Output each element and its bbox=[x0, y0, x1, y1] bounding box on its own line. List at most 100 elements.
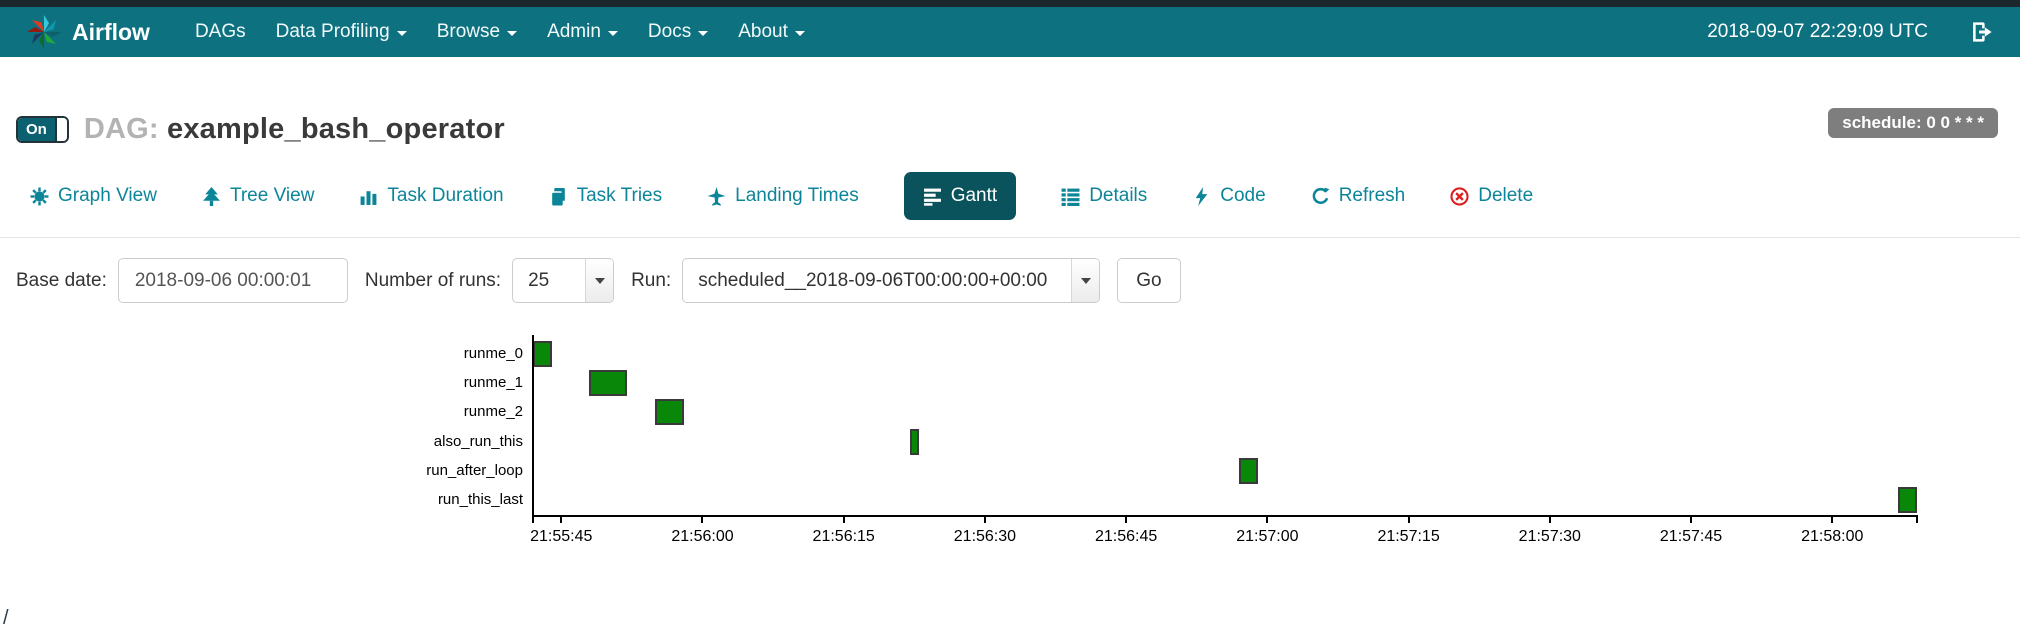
nav-item-data-profiling[interactable]: Data Profiling bbox=[261, 21, 422, 43]
dag-prefix-label: DAG: bbox=[83, 113, 159, 145]
x-axis-line bbox=[532, 515, 1918, 517]
circle-x-icon bbox=[1450, 186, 1469, 206]
toggle-knob bbox=[54, 118, 67, 141]
axis-tick-label: 21:57:30 bbox=[1518, 528, 1581, 545]
axis-tick bbox=[983, 515, 986, 523]
nav-item-label: DAGs bbox=[194, 21, 246, 42]
tree-icon bbox=[202, 186, 221, 206]
bolt-icon bbox=[1192, 186, 1211, 206]
gantt-bar[interactable] bbox=[589, 370, 628, 396]
chevron-down-icon bbox=[507, 31, 518, 36]
logout-icon[interactable] bbox=[1970, 20, 1994, 44]
axis-tick bbox=[1125, 515, 1128, 523]
axis-tick bbox=[1407, 515, 1410, 523]
axis-tick-label: 21:57:00 bbox=[1236, 528, 1299, 545]
chevron-down-icon bbox=[794, 31, 805, 36]
axis-tick-label: 21:56:45 bbox=[1095, 528, 1158, 545]
nav-item-dags[interactable]: DAGs bbox=[180, 21, 261, 43]
schedule-badge: schedule: 0 0 * * * bbox=[1828, 108, 1998, 138]
axis-tick bbox=[1690, 515, 1693, 523]
axis-tick bbox=[1548, 515, 1551, 523]
tab-label: Gantt bbox=[950, 185, 998, 206]
divider bbox=[0, 237, 2020, 238]
nav-item-about[interactable]: About bbox=[723, 21, 820, 43]
axis-tick bbox=[560, 515, 563, 523]
axis-tick-label: 21:56:30 bbox=[953, 528, 1017, 545]
chevron-down-icon bbox=[396, 31, 407, 36]
brand-name: Airflow bbox=[72, 18, 150, 45]
dag-pause-toggle[interactable]: On bbox=[16, 116, 69, 143]
run-value: scheduled__2018-09-06T00:00:00+00:00 bbox=[698, 269, 1048, 291]
view-tabs: Graph View Tree View Task Duration Task … bbox=[30, 172, 2020, 220]
gantt-task-label: runme_0 bbox=[463, 344, 523, 362]
num-runs-select[interactable]: 25 bbox=[512, 258, 615, 303]
axis-tick bbox=[842, 515, 845, 523]
tab-delete[interactable]: Delete bbox=[1450, 185, 1533, 207]
tab-task-tries[interactable]: Task Tries bbox=[549, 185, 663, 207]
tab-label: Task Tries bbox=[576, 185, 663, 206]
axis-tick-label: 21:56:00 bbox=[671, 528, 734, 545]
tab-label: Landing Times bbox=[735, 185, 859, 206]
axis-tick bbox=[1831, 515, 1834, 523]
airflow-logo-icon bbox=[26, 14, 62, 50]
nav-item-label: Browse bbox=[436, 21, 501, 42]
tab-gantt[interactable]: Gantt bbox=[903, 172, 1017, 220]
nav-item-label: About bbox=[738, 21, 788, 42]
tab-landing-times[interactable]: Landing Times bbox=[707, 185, 859, 207]
tab-label: Graph View bbox=[58, 185, 157, 206]
airflow-brand[interactable]: Airflow bbox=[26, 14, 150, 50]
dag-header: On DAG: example_bash_operator bbox=[16, 113, 2020, 146]
axis-tick bbox=[1266, 515, 1269, 523]
navbar-right: 2018-09-07 22:29:09 UTC bbox=[1707, 20, 1994, 44]
tab-graph-view[interactable]: Graph View bbox=[30, 185, 157, 207]
tab-label: Delete bbox=[1478, 185, 1534, 206]
tab-code[interactable]: Code bbox=[1192, 185, 1266, 207]
run-select[interactable]: scheduled__2018-09-06T00:00:00+00:00 bbox=[682, 258, 1101, 303]
plane-icon bbox=[707, 186, 726, 206]
nav-item-admin[interactable]: Admin bbox=[532, 21, 633, 43]
navbar-menu: DAGs Data Profiling Browse Admin Docs Ab… bbox=[180, 21, 820, 43]
gantt-bar[interactable] bbox=[909, 428, 919, 455]
bar-chart-icon bbox=[359, 187, 378, 206]
nav-item-label: Data Profiling bbox=[275, 21, 390, 42]
chevron-down-icon bbox=[1071, 259, 1100, 302]
axis-tick-label: 21:56:15 bbox=[812, 528, 875, 545]
gantt-bar[interactable] bbox=[1898, 487, 1917, 514]
gantt-bar[interactable] bbox=[533, 340, 552, 367]
num-runs-label: Number of runs: bbox=[364, 269, 502, 291]
axis-tick-label: 21:57:15 bbox=[1377, 528, 1440, 545]
tab-refresh[interactable]: Refresh bbox=[1311, 185, 1405, 207]
pages-icon bbox=[549, 187, 568, 206]
gantt-bar[interactable] bbox=[655, 399, 684, 426]
run-label: Run: bbox=[631, 269, 672, 291]
dag-name: example_bash_operator bbox=[167, 113, 505, 145]
gantt-task-label: also_run_this bbox=[433, 432, 523, 450]
chevron-down-icon bbox=[585, 259, 614, 302]
footer-link[interactable]: / bbox=[3, 607, 9, 630]
num-runs-value: 25 bbox=[528, 269, 550, 291]
axis-tick-label: 21:58:00 bbox=[1801, 528, 1864, 545]
toggle-on-label: On bbox=[18, 118, 55, 141]
base-date-label: Base date: bbox=[16, 269, 107, 291]
gantt-chart: runme_0 runme_1 runme_2 also_run_this run_af… bbox=[0, 331, 2020, 581]
nav-item-label: Docs bbox=[647, 21, 692, 42]
gantt-bar[interactable] bbox=[1239, 458, 1258, 484]
axis-tick bbox=[701, 515, 704, 523]
axis-tick bbox=[532, 515, 534, 523]
tab-details[interactable]: Details bbox=[1061, 185, 1147, 207]
filter-form: Base date: Number of runs: 25 Run: sched… bbox=[16, 258, 2020, 303]
nav-item-label: Admin bbox=[547, 21, 601, 42]
tab-task-duration[interactable]: Task Duration bbox=[359, 185, 504, 207]
tab-tree-view[interactable]: Tree View bbox=[202, 185, 314, 207]
axis-tick-label: 21:55:45 bbox=[530, 528, 593, 545]
tab-label: Details bbox=[1089, 185, 1148, 206]
gantt-task-label: runme_2 bbox=[463, 403, 523, 421]
align-left-icon bbox=[923, 187, 942, 206]
axis-tick bbox=[1916, 515, 1918, 523]
nav-item-browse[interactable]: Browse bbox=[422, 21, 532, 43]
go-button[interactable]: Go bbox=[1117, 258, 1181, 303]
tab-label: Code bbox=[1220, 185, 1266, 206]
base-date-input[interactable] bbox=[117, 258, 348, 303]
nav-item-docs[interactable]: Docs bbox=[633, 21, 723, 43]
navbar: Airflow DAGs Data Profiling Browse Admin… bbox=[0, 7, 2020, 57]
